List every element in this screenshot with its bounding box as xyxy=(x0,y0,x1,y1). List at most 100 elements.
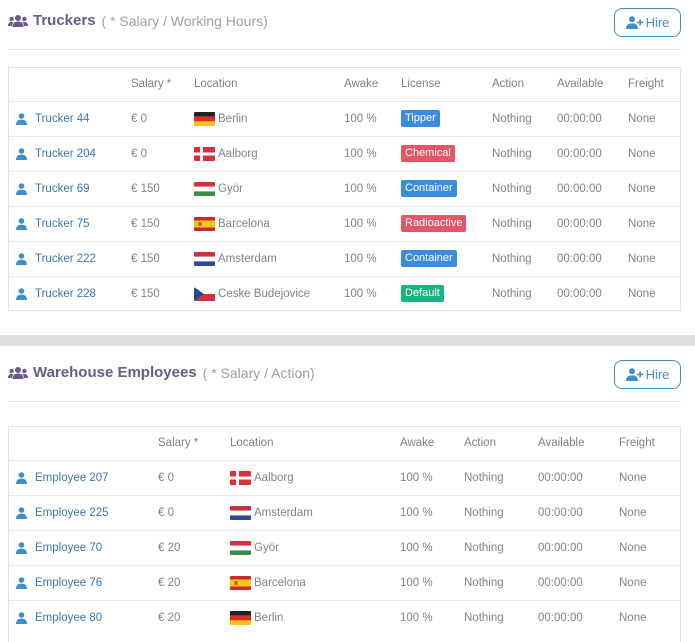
name-cell[interactable]: Trucker 75 xyxy=(35,206,131,242)
name-cell[interactable]: Employee 76 xyxy=(35,565,158,601)
salary-cell: € 0 xyxy=(131,136,194,172)
users-icon xyxy=(8,14,28,27)
awake-cell: 100 % xyxy=(344,241,401,277)
freight-cell: None xyxy=(619,565,680,601)
column-header: Awake xyxy=(400,427,464,461)
freight-cell: None xyxy=(628,287,656,300)
license-badge: Chemical xyxy=(401,145,455,162)
name-cell[interactable]: Trucker 44 xyxy=(35,101,131,137)
available-cell: 00:00:00 xyxy=(557,287,602,300)
license-cell: Tipper xyxy=(401,101,492,137)
table-row[interactable]: Trucker 69 € 150 Györ 100 % Container Nothing… xyxy=(9,171,680,207)
truckers-header: Truckers ( * Salary / Working Hours) Hir… xyxy=(8,0,681,50)
location-label: Amsterdam xyxy=(254,506,313,519)
user-icon-cell xyxy=(9,276,35,311)
awake-cell: 100 % xyxy=(344,136,401,172)
table-row[interactable]: Trucker 204 € 0 Aalborg 100 % Chemical Nothin… xyxy=(9,136,680,172)
table-row[interactable]: Trucker 222 € 150 Amsterdam 100 % Container N… xyxy=(9,241,680,277)
column-header: Freight xyxy=(619,427,680,461)
location-cell: Györ xyxy=(194,171,344,207)
user-icon xyxy=(16,541,27,554)
table-row[interactable]: Employee 207 € 0 Aalborg 100 % Nothing 00:00:… xyxy=(9,460,680,496)
name-cell[interactable]: Employee 70 xyxy=(35,530,158,566)
location-label: Aalborg xyxy=(254,471,294,484)
salary-cell: € 150 xyxy=(131,171,194,207)
user-icon xyxy=(16,611,27,624)
name-cell[interactable]: Employee 80 xyxy=(35,600,158,635)
column-header: Location xyxy=(194,68,344,102)
truckers-table: Salary * Location Awake License Action Availa… xyxy=(8,67,681,311)
user-icon xyxy=(16,252,27,265)
user-icon-cell xyxy=(9,206,35,242)
user-icon-cell xyxy=(9,530,35,566)
hire-employee-button[interactable]: Hire xyxy=(614,360,681,389)
location-label: Györ xyxy=(254,541,279,554)
available-cell: 00:00:00 xyxy=(538,460,619,496)
user-icon xyxy=(16,287,27,300)
hire-trucker-button[interactable]: Hire xyxy=(614,8,681,37)
location-cell: Berlin xyxy=(230,600,400,635)
germany-flag-icon xyxy=(230,610,251,625)
hire-employee-label: Hire xyxy=(645,367,670,382)
freight-cell: None xyxy=(628,136,680,172)
user-icon-cell xyxy=(9,565,35,601)
salary-cell: € 20 xyxy=(158,611,181,624)
name-cell[interactable]: Trucker 228 xyxy=(35,276,131,311)
salary-cell: € 0 xyxy=(158,460,230,496)
user-plus-icon xyxy=(625,16,643,29)
action-cell: Nothing xyxy=(492,171,557,207)
license-cell: Default xyxy=(401,276,492,311)
table-row[interactable]: Employee 80 € 20 Berlin 100 % Nothing 00:00:0… xyxy=(9,600,680,635)
license-badge: Default xyxy=(401,285,444,303)
table-row[interactable]: Employee 225 € 0 Amsterdam 100 % Nothing 00:0… xyxy=(9,495,680,531)
column-header: Freight xyxy=(628,68,680,102)
location-label: Amsterdam xyxy=(218,252,277,265)
awake-cell: 100 % xyxy=(400,460,464,496)
user-plus-icon xyxy=(625,368,643,381)
action-cell: Nothing xyxy=(464,611,504,624)
user-icon xyxy=(16,147,27,160)
freight-cell: None xyxy=(628,171,680,207)
user-icon-cell xyxy=(9,136,35,172)
germany-flag-icon xyxy=(194,111,215,126)
location-label: Barcelona xyxy=(218,217,270,230)
freight-cell: None xyxy=(628,206,680,242)
license-badge: Tipper xyxy=(401,110,440,127)
table-row[interactable]: Employee 76 € 20 Barcelona 100 % Nothing 00:0… xyxy=(9,565,680,601)
column-header xyxy=(35,68,131,102)
location-label: Ceske Budejovice xyxy=(218,287,311,300)
action-cell: Nothing xyxy=(464,530,538,566)
location-cell: Berlin xyxy=(194,101,344,137)
salary-cell: € 0 xyxy=(131,101,194,137)
license-cell: Radioactive xyxy=(401,206,492,242)
truckers-header-row: Salary * Location Awake License Action Availa… xyxy=(9,68,680,102)
column-header: Available xyxy=(538,427,619,461)
user-icon-cell xyxy=(9,171,35,207)
table-row[interactable]: Trucker 44 € 0 Berlin 100 % Tipper Nothing 00:… xyxy=(9,101,680,137)
license-cell: Chemical xyxy=(401,136,492,172)
available-cell: 00:00:00 xyxy=(557,171,628,207)
action-cell: Nothing xyxy=(492,287,532,300)
action-cell: Nothing xyxy=(464,460,538,496)
column-header: Action xyxy=(492,68,557,102)
available-cell: 00:00:00 xyxy=(557,136,628,172)
table-row[interactable]: Trucker 228 € 150 Ceske Budejovice 100 % Def… xyxy=(9,276,680,311)
table-row[interactable]: Trucker 75 € 150 Barcelona 100 % Radioactive… xyxy=(9,206,680,242)
name-cell[interactable]: Employee 225 xyxy=(35,495,158,531)
awake-cell: 100 % xyxy=(344,171,401,207)
table-row[interactable]: Employee 70 € 20 Györ 100 % Nothing 00:00:00 N… xyxy=(9,530,680,566)
warehouse-panel: Warehouse Employees ( * Salary / Action)… xyxy=(0,346,695,642)
user-icon xyxy=(16,506,27,519)
column-header: Available xyxy=(557,68,628,102)
license-badge: Radioactive xyxy=(401,215,467,232)
hungary-flag-icon xyxy=(194,181,215,196)
warehouse-subtitle: ( * Salary / Action) xyxy=(202,364,315,381)
available-cell: 00:00:00 xyxy=(557,206,628,242)
column-header: Action xyxy=(464,427,538,461)
name-cell[interactable]: Trucker 204 xyxy=(35,136,131,172)
name-cell[interactable]: Trucker 69 xyxy=(35,171,131,207)
location-label: Berlin xyxy=(218,112,248,125)
available-cell: 00:00:00 xyxy=(538,611,583,624)
name-cell[interactable]: Employee 207 xyxy=(35,460,158,496)
name-cell[interactable]: Trucker 222 xyxy=(35,241,131,277)
